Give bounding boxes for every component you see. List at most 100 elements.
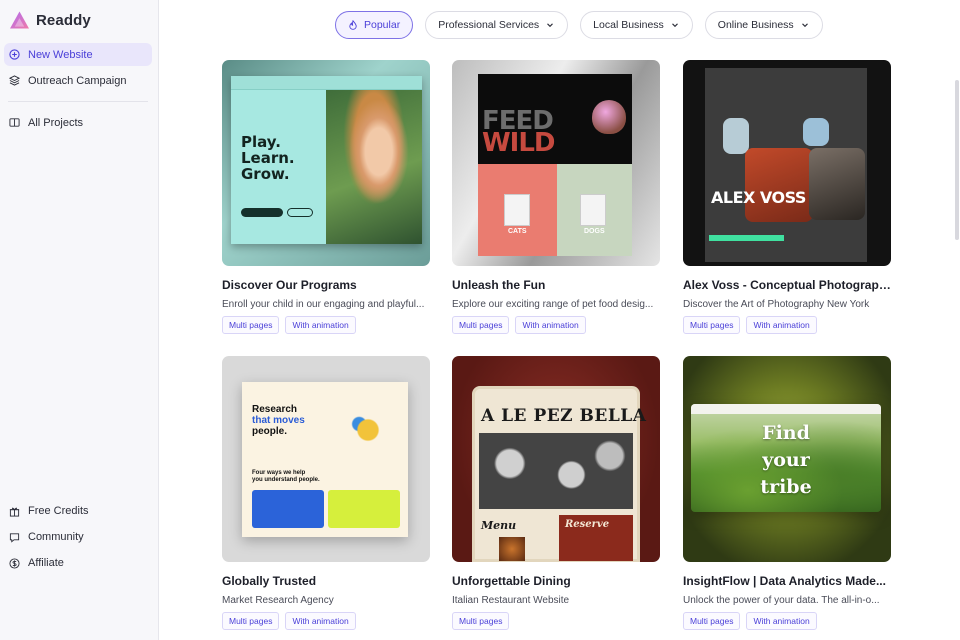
preview-portrait <box>723 118 749 154</box>
preview-portrait <box>745 148 813 222</box>
template-card[interactable]: FEED WILD CATS DOGS Unleash the Fun Expl… <box>452 60 660 334</box>
preview-headline: Find your tribe <box>691 420 881 501</box>
gift-icon <box>9 507 20 517</box>
preview-browser-bar <box>691 404 881 414</box>
preview-text-line: you understand people. <box>252 477 320 483</box>
preview-cta-bar <box>709 235 784 241</box>
template-description: Discover the Art of Photography New York <box>683 299 870 310</box>
preview-window: Play. Learn. Grow. <box>231 76 422 244</box>
sidebar-item-affiliate[interactable]: Affiliate <box>4 550 152 576</box>
filter-popular[interactable]: Popular <box>335 11 414 39</box>
preview-text-line: people. <box>252 426 288 437</box>
template-card[interactable]: A LE PEZ BELLA Menu Reserve Unforgettabl… <box>452 356 660 630</box>
template-card[interactable]: Research that moves people. Four ways we… <box>222 356 430 630</box>
preview-menu-label: Menu <box>481 519 517 532</box>
preview-cat-image <box>504 194 530 226</box>
scrollbar-thumb[interactable] <box>955 80 959 240</box>
layers-icon <box>9 75 20 86</box>
tag-with-animation: With animation <box>746 316 817 334</box>
filter-professional-services[interactable]: Professional Services <box>425 11 569 39</box>
tag-multi-pages: Multi pages <box>683 316 741 334</box>
preview-window: Research that moves people. Four ways we… <box>242 382 408 537</box>
preview-text-line: Play. <box>241 133 281 151</box>
flame-icon <box>349 20 357 30</box>
tag-multi-pages: Multi pages <box>222 316 280 334</box>
preview-subheadline: Four ways we help you understand people. <box>252 470 320 484</box>
preview-headline: A LE PEZ BELLA <box>481 406 647 426</box>
tag-with-animation: With animation <box>515 316 586 334</box>
template-tags: Multi pages With animation <box>452 316 660 334</box>
template-preview-image[interactable]: A LE PEZ BELLA Menu Reserve <box>452 356 660 562</box>
template-description: Italian Restaurant Website <box>452 595 570 606</box>
preview-text-line: Research <box>252 404 298 415</box>
tag-multi-pages: Multi pages <box>222 612 280 630</box>
template-preview-image[interactable]: Find your tribe <box>683 356 891 562</box>
template-title: Unforgettable Dining <box>452 574 571 588</box>
template-preview-image[interactable]: Play. Learn. Grow. <box>222 60 430 266</box>
template-preview-image[interactable]: ALEX VOSS <box>683 60 891 266</box>
logo-text: Readdy <box>36 11 91 29</box>
preview-portrait <box>809 148 865 220</box>
preview-text-line: Grow. <box>241 165 290 183</box>
filter-local-business[interactable]: Local Business <box>580 11 693 39</box>
preview-headline: Play. Learn. Grow. <box>241 134 295 182</box>
template-title: Unleash the Fun <box>452 278 546 292</box>
filter-online-business[interactable]: Online Business <box>704 11 823 39</box>
template-card[interactable]: ALEX VOSS Alex Voss - Conceptual Photogr… <box>683 60 891 334</box>
divider <box>8 101 148 102</box>
preview-portrait <box>803 118 829 146</box>
template-title: Alex Voss - Conceptual Photographer <box>683 278 891 292</box>
logo[interactable]: Readdy <box>10 11 91 29</box>
sidebar-nav-bottom: Free Credits Community Affiliate <box>4 498 152 576</box>
preview-browser-bar <box>231 76 422 90</box>
template-card[interactable]: Play. Learn. Grow. Discover Our Programs… <box>222 60 430 334</box>
template-title: InsightFlow | Data Analytics Made... <box>683 574 886 588</box>
preview-text-line: Learn. <box>241 149 295 167</box>
sidebar-item-label: Free Credits <box>28 505 89 517</box>
preview-child-photo <box>326 90 422 244</box>
sidebar-item-new-website[interactable]: New Website <box>4 43 152 66</box>
tag-multi-pages: Multi pages <box>683 612 741 630</box>
preview-window: A LE PEZ BELLA Menu Reserve <box>472 386 646 562</box>
sidebar-item-all-projects[interactable]: All Projects <box>4 111 152 134</box>
preview-dogs-label: DOGS <box>584 228 605 235</box>
category-filters: Popular Professional Services Local Busi… <box>335 11 823 39</box>
template-tags: Multi pages With animation <box>683 316 891 334</box>
preview-reserve-panel: Reserve <box>559 515 633 561</box>
filter-label: Professional Services <box>438 19 540 31</box>
template-description: Unlock the power of your data. The all-i… <box>683 595 880 606</box>
sidebar: Readdy New Website Outreach Campaign All… <box>0 0 159 640</box>
message-icon <box>9 532 20 543</box>
preview-window: Find your tribe <box>691 404 881 512</box>
sidebar-item-label: Outreach Campaign <box>28 74 127 87</box>
preview-text-line: tribe <box>760 476 812 498</box>
template-description: Market Research Agency <box>222 595 334 606</box>
sidebar-item-label: Affiliate <box>28 557 64 569</box>
preview-button <box>287 208 313 217</box>
template-tags: Multi pages With animation <box>683 612 891 630</box>
preview-cats-label: CATS <box>508 228 527 235</box>
sidebar-item-community[interactable]: Community <box>4 524 152 550</box>
tag-with-animation: With animation <box>285 316 356 334</box>
preview-headline: ALEX VOSS <box>711 188 806 207</box>
heart-decoration <box>592 100 626 134</box>
sidebar-nav-top: New Website Outreach Campaign All Projec… <box>4 43 152 134</box>
preview-text-line: WILD <box>482 128 556 158</box>
preview-text-line: Find <box>762 422 810 444</box>
sidebar-item-free-credits[interactable]: Free Credits <box>4 498 152 524</box>
template-tags: Multi pages With animation <box>222 316 430 334</box>
readdy-logo-icon <box>10 11 29 29</box>
preview-headline: Research that moves people. <box>252 404 305 437</box>
chevron-down-icon <box>547 23 554 28</box>
template-preview-image[interactable]: Research that moves people. Four ways we… <box>222 356 430 562</box>
filter-label: Popular <box>364 19 401 31</box>
sidebar-item-outreach-campaign[interactable]: Outreach Campaign <box>4 69 152 92</box>
template-tags: Multi pages With animation <box>222 612 430 630</box>
preview-button <box>241 208 283 217</box>
chevron-down-icon <box>801 23 808 28</box>
plus-circle-icon <box>9 49 20 60</box>
preview-illustration <box>346 412 390 442</box>
preview-text-line: your <box>762 449 810 471</box>
template-preview-image[interactable]: FEED WILD CATS DOGS <box>452 60 660 266</box>
template-card[interactable]: Find your tribe InsightFlow | Data Analy… <box>683 356 891 630</box>
